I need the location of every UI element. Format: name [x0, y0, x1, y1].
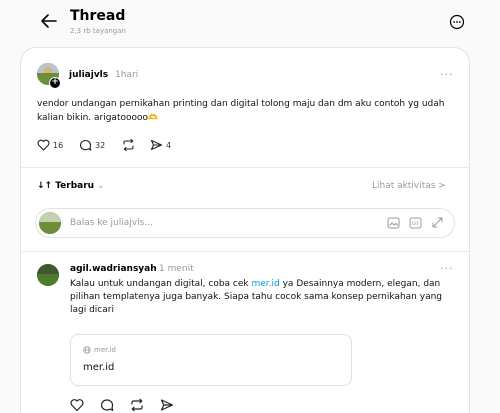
sort-dropdown[interactable]: ↓↑ Terbaru ⌄ — [37, 181, 104, 191]
comment-text: Kalau untuk undangan digital, coba cek m… — [70, 279, 443, 315]
view-count: 2,3 rb tayangan — [70, 27, 126, 35]
view-activity-link[interactable]: Lihat aktivitas > — [372, 181, 446, 191]
link-preview-card[interactable] — [70, 334, 352, 386]
reply-button[interactable]: 32 — [79, 139, 105, 151]
post-time: 1hari — [115, 70, 139, 80]
globe-icon — [83, 346, 91, 354]
page-title: Thread — [70, 8, 126, 24]
comment-link[interactable]: mer.id — [251, 279, 279, 289]
like-count: 16 — [53, 140, 64, 150]
avatar[interactable] — [37, 264, 59, 286]
share-count: 4 — [166, 140, 172, 150]
link-title: mer.id — [83, 362, 115, 373]
sort-label: Terbaru — [55, 181, 95, 191]
more-circle-icon[interactable] — [449, 14, 465, 30]
comment-time: 1 menit — [159, 264, 194, 274]
svg-text:GIF: GIF — [412, 221, 420, 227]
heart-icon[interactable] — [70, 398, 84, 412]
emoji: 🫶 — [148, 113, 158, 122]
repost-icon[interactable] — [130, 398, 144, 412]
link-domain: mer.id — [83, 346, 116, 354]
comment-more-button[interactable]: ··· — [440, 262, 454, 275]
reply-count: 32 — [95, 140, 106, 150]
send-icon — [150, 139, 163, 151]
send-icon[interactable] — [160, 398, 174, 412]
divider — [20, 251, 470, 252]
image-icon[interactable] — [387, 217, 400, 229]
post-more-button[interactable]: ··· — [440, 68, 454, 81]
like-button[interactable]: 16 — [37, 139, 63, 151]
divider — [20, 167, 470, 168]
reply-placeholder[interactable]: Balas ke juliajvls... — [70, 218, 153, 228]
post-text: vendor undangan pernikahan printing dan … — [37, 99, 445, 123]
follow-plus-icon[interactable]: + — [49, 77, 61, 89]
chevron-down-icon: ⌄ — [94, 181, 105, 191]
arrow-left-icon[interactable] — [38, 10, 60, 32]
comment-username[interactable]: agil.wadriansyah — [70, 264, 157, 274]
top-bar: Thread 2,3 rb tayangan — [0, 0, 500, 44]
share-button[interactable]: 4 — [150, 139, 171, 151]
post-username[interactable]: juliajvls — [69, 70, 108, 80]
expand-icon[interactable] — [431, 217, 444, 229]
gif-icon[interactable]: GIF — [409, 217, 422, 229]
repost-button[interactable] — [122, 139, 135, 151]
avatar — [39, 212, 61, 234]
repost-icon — [123, 139, 134, 151]
comment-icon[interactable] — [100, 398, 114, 412]
sort-icon: ↓↑ — [37, 181, 56, 191]
comment-icon — [79, 140, 92, 151]
heart-icon — [37, 139, 50, 151]
